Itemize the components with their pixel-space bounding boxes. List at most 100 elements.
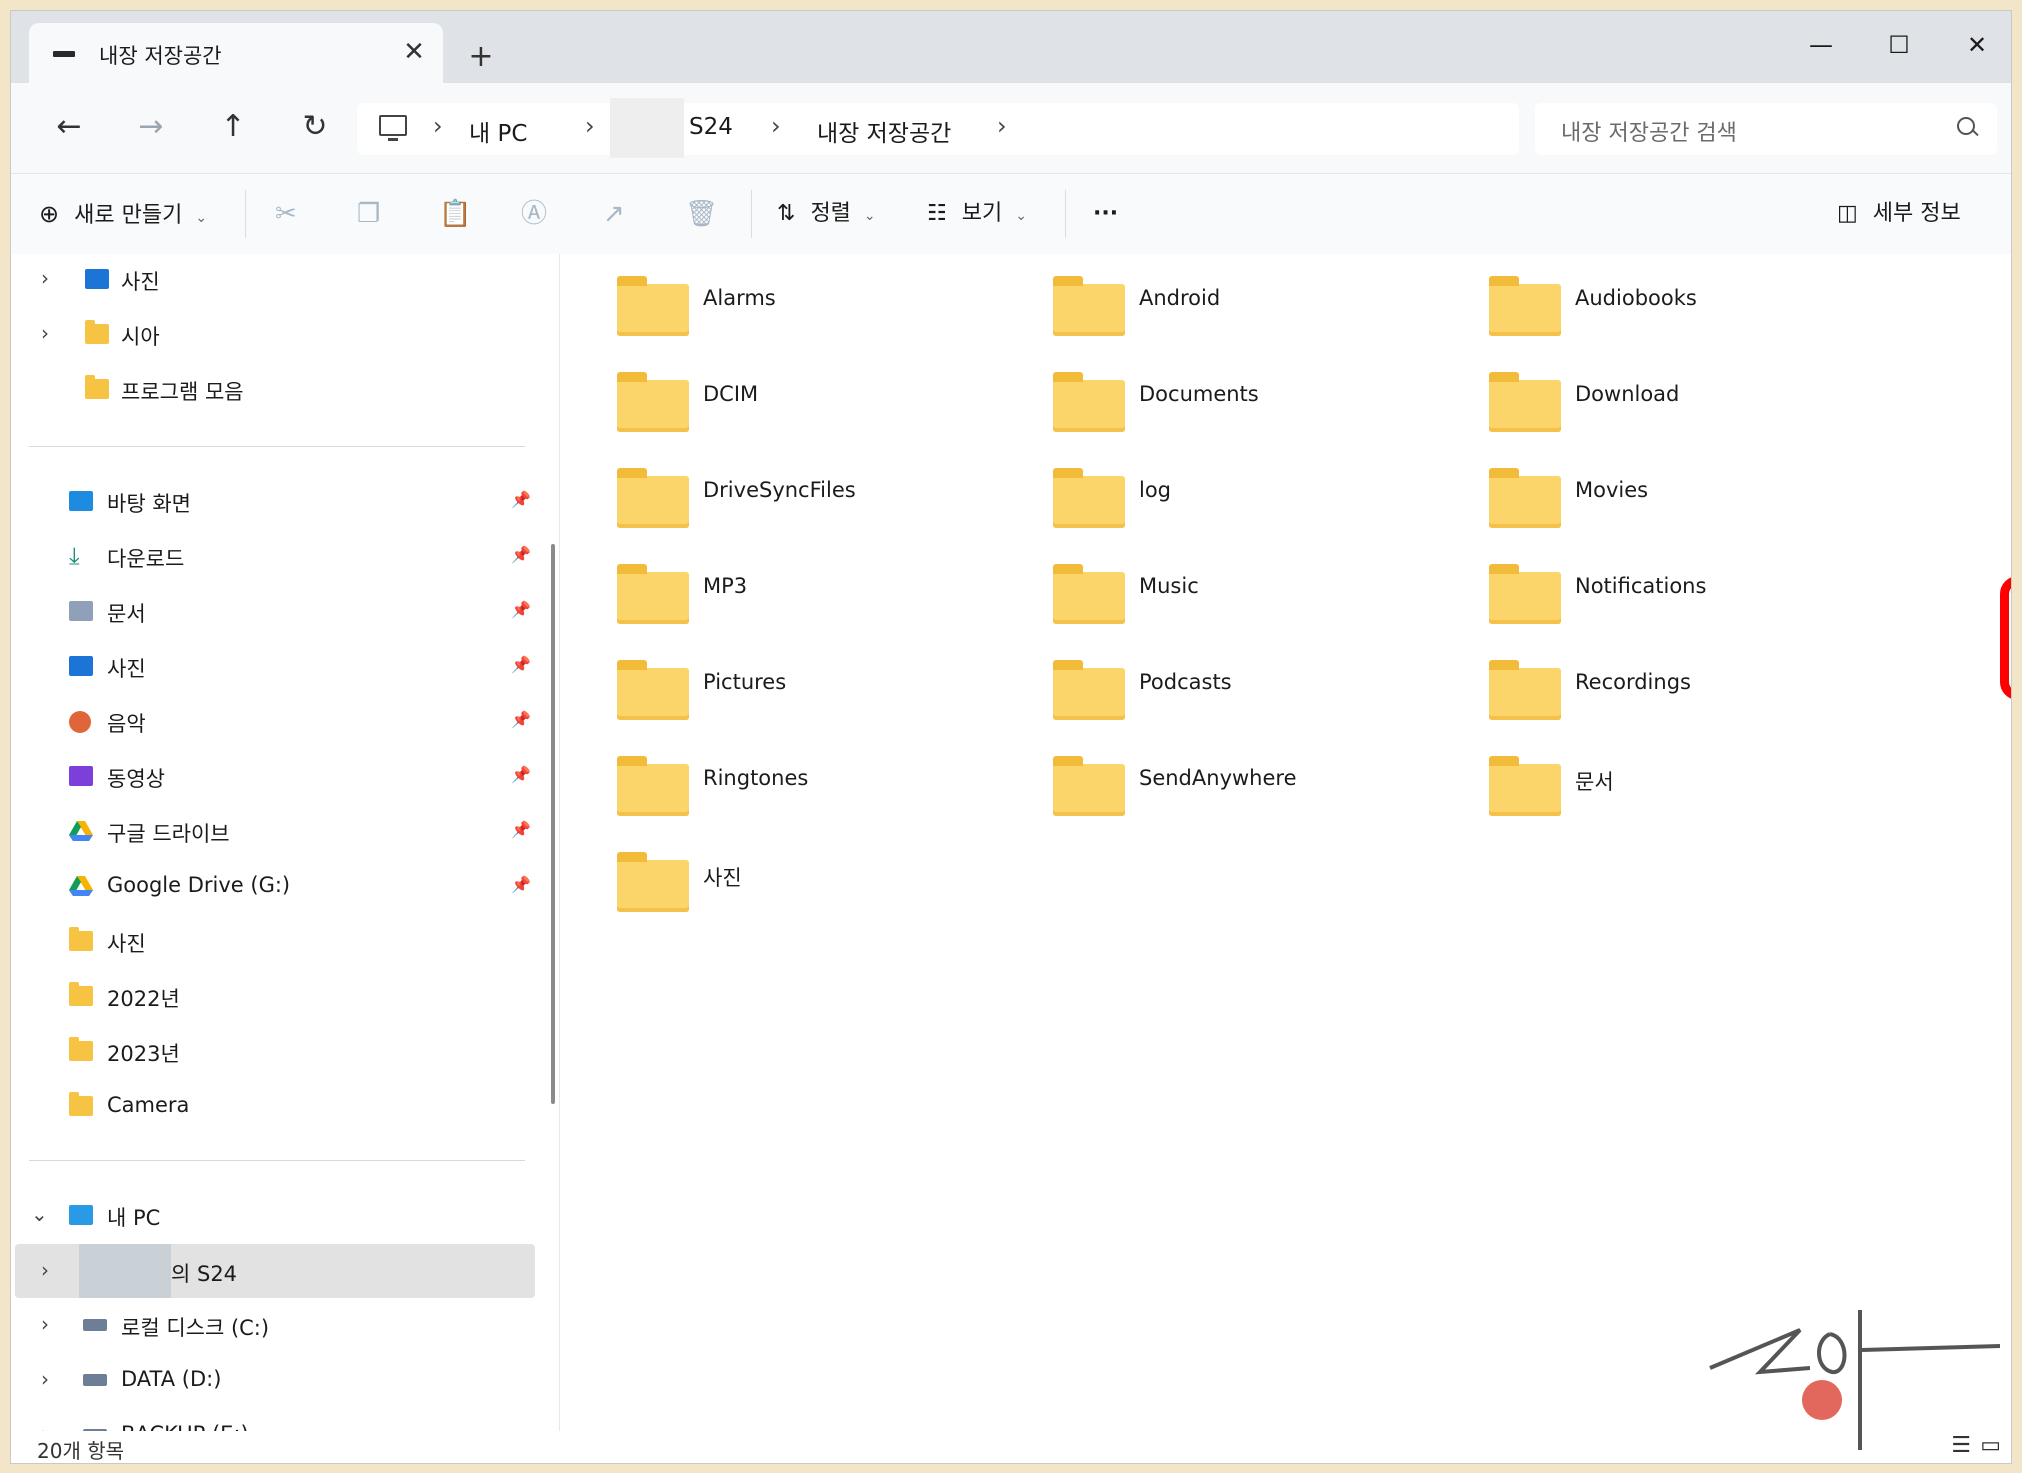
folder-item[interactable]: Android bbox=[1053, 266, 1473, 356]
sidebar-item-google-drive-folder[interactable]: 구글 드라이브 📌 bbox=[11, 806, 559, 856]
tab-internal-storage[interactable]: 내장 저장공간 ✕ bbox=[29, 23, 443, 83]
folder-item[interactable]: log bbox=[1053, 458, 1473, 548]
address-bar[interactable]: › 내 PC › S24 › 내장 저장공간 › bbox=[357, 98, 1519, 158]
sidebar-item-label: 로컬 디스크 (C:) bbox=[121, 1316, 270, 1340]
search-box[interactable]: 내장 저장공간 검색 bbox=[1535, 103, 1997, 155]
pin-icon[interactable]: 📌 bbox=[511, 655, 531, 674]
paste-icon[interactable]: 📋 bbox=[439, 194, 471, 234]
sidebar-item-this-pc[interactable]: ⌄ 내 PC bbox=[11, 1190, 559, 1240]
sidebar-item-label: 다운로드 bbox=[107, 547, 185, 571]
view-button[interactable]: ☷ 보기 ⌄ bbox=[927, 194, 1027, 234]
folder-item[interactable]: Podcasts bbox=[1053, 650, 1473, 740]
signature-watermark bbox=[1690, 1290, 2010, 1460]
folder-name: Download bbox=[1575, 382, 1680, 406]
chevron-right-icon[interactable]: › bbox=[41, 1367, 49, 1391]
details-label: 세부 정보 bbox=[1872, 201, 1961, 226]
more-options-button[interactable]: ··· bbox=[1093, 194, 1118, 234]
back-button[interactable]: ← bbox=[47, 105, 91, 149]
sidebar-item-backup-e[interactable]: › BACKUP (E:) bbox=[11, 1410, 559, 1431]
sidebar-item-desktop[interactable]: 바탕 화면 📌 bbox=[11, 476, 559, 526]
folder-item[interactable]: Audiobooks bbox=[1489, 266, 1909, 356]
breadcrumb-internal-storage[interactable]: 내장 저장공간 bbox=[817, 114, 951, 148]
sidebar-item-programs[interactable]: 프로그램 모음 bbox=[11, 364, 559, 414]
pin-icon[interactable]: 📌 bbox=[511, 875, 531, 894]
sidebar-item-camera[interactable]: Camera bbox=[11, 1081, 559, 1131]
pin-icon[interactable]: 📌 bbox=[511, 490, 531, 509]
pin-icon[interactable]: 📌 bbox=[511, 765, 531, 784]
breadcrumb-separator: › bbox=[433, 112, 443, 140]
pin-icon[interactable]: 📌 bbox=[511, 545, 531, 564]
sidebar-item-label: 문서 bbox=[107, 602, 146, 626]
sidebar-item-label: 사진 bbox=[107, 932, 146, 956]
sidebar-item-pictures-quick[interactable]: 사진 📌 bbox=[11, 641, 559, 691]
pin-icon[interactable]: 📌 bbox=[511, 820, 531, 839]
folder-item[interactable]: Download bbox=[1489, 362, 1909, 452]
sidebar-item-local-disk-c[interactable]: › 로컬 디스크 (C:) bbox=[11, 1300, 559, 1350]
new-button[interactable]: ⊕ 새로 만들기 ⌄ bbox=[39, 194, 207, 234]
minimize-button[interactable]: — bbox=[1791, 25, 1851, 65]
sidebar-item-music[interactable]: 음악 📌 bbox=[11, 696, 559, 746]
download-icon: ⤓ bbox=[69, 542, 80, 570]
folder-item[interactable]: Documents bbox=[1053, 362, 1473, 452]
folder-item[interactable]: 사진 bbox=[617, 842, 1037, 932]
folder-item[interactable]: DCIM bbox=[617, 362, 1037, 452]
folder-item[interactable]: SendAnywhere bbox=[1053, 746, 1473, 836]
chevron-right-icon[interactable]: › bbox=[41, 266, 49, 290]
pin-icon[interactable]: 📌 bbox=[511, 600, 531, 619]
folder-item[interactable]: Alarms bbox=[617, 266, 1037, 356]
share-icon[interactable]: ↗ bbox=[603, 194, 625, 234]
folder-name: Pictures bbox=[703, 670, 787, 694]
folder-item[interactable]: Ringtones bbox=[617, 746, 1037, 836]
sidebar-item-label: DATA (D:) bbox=[121, 1367, 222, 1391]
copy-icon[interactable]: ❐ bbox=[357, 194, 380, 234]
breadcrumb-device[interactable]: S24 bbox=[689, 114, 733, 140]
breadcrumb-this-pc[interactable]: 내 PC bbox=[469, 114, 527, 148]
folder-icon bbox=[617, 660, 689, 720]
sidebar-item-2022[interactable]: 2022년 bbox=[11, 971, 559, 1021]
details-button[interactable]: ◫ 세부 정보 bbox=[1837, 194, 1961, 234]
folder-item[interactable]: Notifications bbox=[1489, 554, 1909, 644]
up-button[interactable]: ↑ bbox=[211, 105, 255, 149]
sidebar-item-pictures-folder[interactable]: 사진 bbox=[11, 916, 559, 966]
folder-item[interactable]: Recordings bbox=[1489, 650, 1909, 740]
chevron-right-icon[interactable]: › bbox=[41, 1312, 49, 1336]
sidebar-item-s24[interactable]: › 의 S24 bbox=[15, 1244, 535, 1298]
folder-item[interactable]: Music bbox=[1053, 554, 1473, 644]
sidebar-item-documents[interactable]: 문서 📌 bbox=[11, 586, 559, 636]
sidebar-item-label: 내 PC bbox=[107, 1206, 161, 1230]
delete-icon[interactable]: 🗑 bbox=[685, 194, 718, 234]
folder-item[interactable]: DriveSyncFiles bbox=[617, 458, 1037, 548]
sidebar-item-2023[interactable]: 2023년 bbox=[11, 1026, 559, 1076]
folder-icon bbox=[1053, 660, 1125, 720]
chevron-right-icon[interactable]: › bbox=[41, 1422, 49, 1431]
sidebar-item-google-drive-g[interactable]: Google Drive (G:) 📌 bbox=[11, 861, 559, 911]
chevron-right-icon[interactable]: › bbox=[41, 1258, 49, 1282]
rename-icon[interactable]: Ⓐ bbox=[521, 194, 547, 234]
sidebar-item-videos[interactable]: 동영상 📌 bbox=[11, 751, 559, 801]
forward-button[interactable]: → bbox=[129, 105, 173, 149]
folder-icon bbox=[69, 927, 93, 951]
close-window-button[interactable]: ✕ bbox=[1947, 25, 2007, 65]
sidebar-item-pictures[interactable]: › 사진 bbox=[11, 254, 559, 304]
new-tab-button[interactable]: + bbox=[461, 37, 501, 77]
tab-close-button[interactable]: ✕ bbox=[397, 35, 431, 69]
cut-icon[interactable]: ✂ bbox=[275, 194, 297, 234]
folder-item[interactable]: Movies bbox=[1489, 458, 1909, 548]
sidebar-item-sia[interactable]: › 시아 bbox=[11, 309, 559, 359]
folder-item[interactable]: MP3 bbox=[617, 554, 1037, 644]
folder-item[interactable]: 문서 bbox=[1489, 746, 1909, 836]
chevron-right-icon[interactable]: › bbox=[41, 321, 49, 345]
refresh-button[interactable]: ↻ bbox=[293, 105, 337, 149]
folder-item[interactable]: Pictures bbox=[617, 650, 1037, 740]
folder-name: Recordings bbox=[1575, 670, 1691, 694]
sidebar-item-downloads[interactable]: ⤓ 다운로드 📌 bbox=[11, 531, 559, 581]
chevron-down-icon[interactable]: ⌄ bbox=[31, 1202, 48, 1226]
pictures-icon bbox=[69, 656, 93, 676]
maximize-button[interactable]: ☐ bbox=[1869, 25, 1929, 65]
folder-icon bbox=[1489, 564, 1561, 624]
sidebar-scrollbar[interactable] bbox=[551, 544, 555, 1104]
pin-icon[interactable]: 📌 bbox=[511, 710, 531, 729]
sidebar-item-data-d[interactable]: › DATA (D:) bbox=[11, 1355, 559, 1405]
sort-button[interactable]: ⇅ 정렬 ⌄ bbox=[777, 194, 876, 234]
folder-icon bbox=[1489, 756, 1561, 816]
